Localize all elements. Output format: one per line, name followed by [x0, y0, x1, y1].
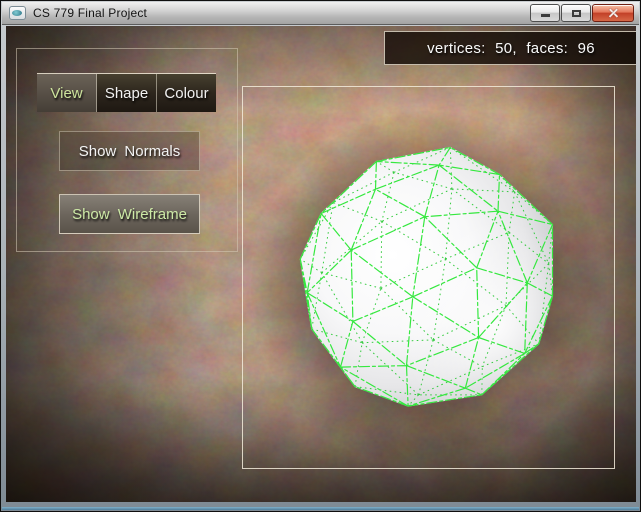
status-box: vertices: 50, faces: 96	[384, 31, 636, 65]
close-button[interactable]	[592, 4, 634, 22]
mesh-stats-label: vertices: 50, faces: 96	[427, 40, 595, 57]
tab-view[interactable]: View	[37, 74, 97, 112]
window-controls	[529, 4, 634, 22]
minimize-icon	[541, 14, 550, 17]
window-title: CS 779 Final Project	[33, 6, 147, 20]
close-icon	[608, 8, 619, 19]
app-icon	[9, 6, 26, 20]
viewport-3d[interactable]	[242, 86, 615, 469]
tab-shape[interactable]: Shape	[97, 74, 157, 112]
wireframe-sphere	[243, 87, 614, 468]
show-wireframe-button[interactable]: Show Wireframe	[59, 194, 200, 234]
maximize-icon	[572, 10, 581, 17]
app-window: CS 779 Final Project	[0, 0, 641, 512]
tab-colour[interactable]: Colour	[157, 74, 216, 112]
tab-strip: View Shape Colour	[37, 73, 216, 112]
maximize-button[interactable]	[561, 4, 591, 22]
controls-panel: View Shape Colour Show Normals Show Wire…	[16, 48, 238, 252]
title-bar[interactable]: CS 779 Final Project	[2, 2, 639, 25]
show-normals-button[interactable]: Show Normals	[59, 131, 200, 171]
minimize-button[interactable]	[530, 4, 560, 22]
client-area: vertices: 50, faces: 96 View Shape Colou…	[6, 26, 636, 502]
